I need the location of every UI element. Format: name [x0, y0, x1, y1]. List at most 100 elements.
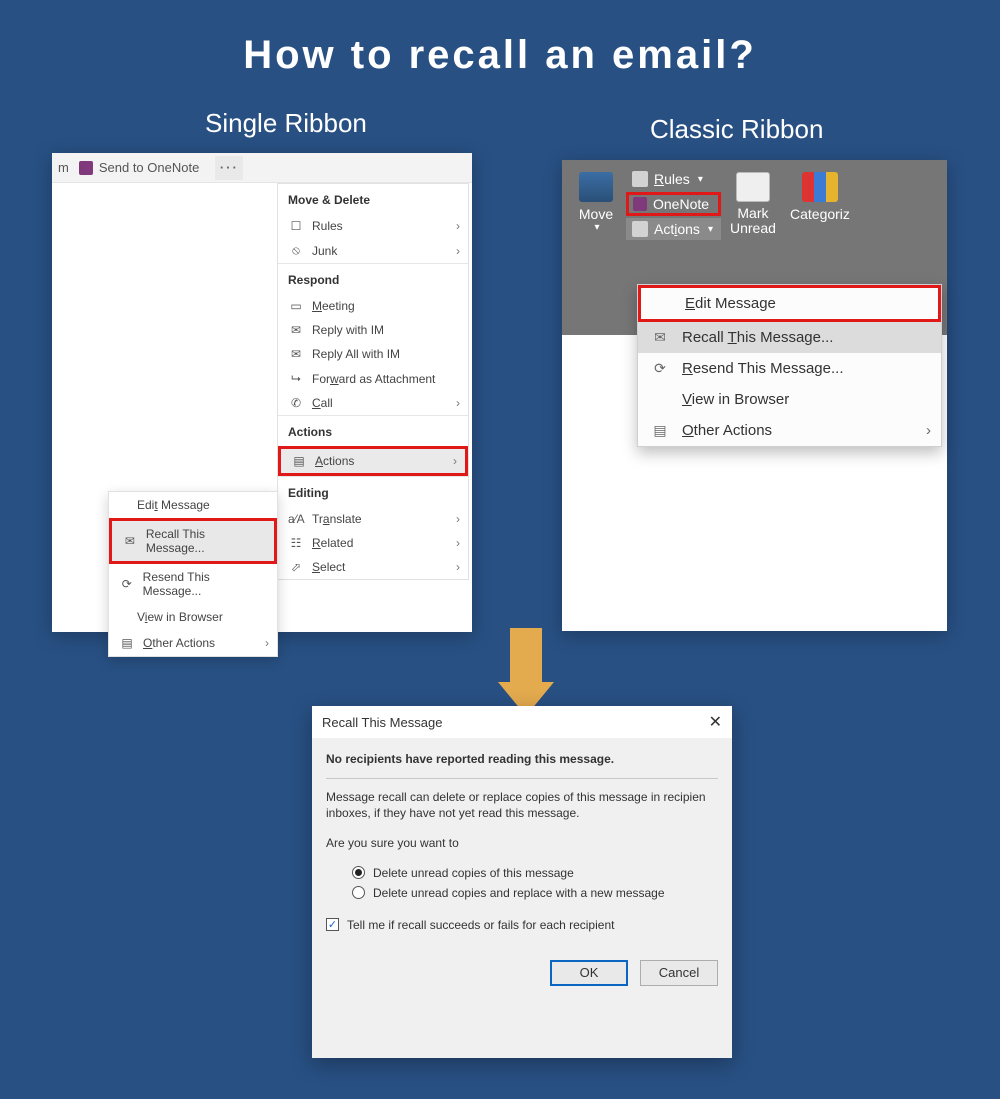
menu-forward-attachment[interactable]: ⮡ Forward as Attachment — [278, 366, 468, 391]
classic-menu-other-actions[interactable]: ▤ Other Actions › — [638, 415, 941, 446]
single-ribbon-panel: m Send to OneNote ··· Move & Delete ☐ Ru… — [52, 153, 472, 632]
dialog-prompt: Are you sure you want to — [326, 835, 718, 851]
dropdown-caret-icon: ▾ — [708, 224, 713, 235]
menu-meeting-label: Meeting — [312, 299, 355, 313]
classic-menu-resend-label: Resend This Message... — [682, 360, 843, 377]
classic-menu-edit-message[interactable]: Edit Message — [638, 285, 941, 322]
submenu-view-browser[interactable]: View in Browser — [109, 604, 277, 630]
dialog-titlebar: Recall This Message ✕ — [312, 706, 732, 738]
checkbox-tell-me[interactable]: ✓ Tell me if recall succeeds or fails fo… — [326, 918, 718, 932]
dialog-explanation: Message recall can delete or replace cop… — [326, 789, 718, 821]
page-title: How to recall an email? — [0, 33, 1000, 78]
ok-button-label: OK — [580, 965, 599, 980]
chevron-right-icon: › — [456, 512, 460, 526]
menu-meeting[interactable]: ▭ Meeting — [278, 294, 468, 318]
menu-call-label: Call — [312, 396, 333, 410]
related-icon: ☷ — [288, 536, 304, 550]
submenu-resend-message[interactable]: ⟳ Resend This Message... — [109, 564, 277, 604]
chevron-right-icon: › — [453, 454, 457, 468]
rules-icon: ☐ — [288, 219, 304, 233]
overflow-dropdown: Move & Delete ☐ Rules › ⦸ Junk › Respond… — [277, 183, 469, 580]
classic-menu-recall[interactable]: ✉ Recall This Message... — [638, 322, 941, 353]
classic-menu-other-actions-label: Other Actions — [682, 422, 772, 439]
other-actions-icon: ▤ — [119, 636, 135, 650]
classic-menu-recall-label: Recall This Message... — [682, 329, 833, 346]
select-icon: ⬀ — [288, 560, 304, 574]
meeting-icon: ▭ — [288, 299, 304, 313]
checkbox-icon: ✓ — [326, 918, 339, 931]
onenote-icon — [633, 197, 647, 211]
partial-text: m — [58, 160, 69, 175]
mark-unread-icon — [736, 172, 770, 202]
ok-button[interactable]: OK — [550, 960, 628, 986]
submenu-other-actions[interactable]: ▤ Other Actions › — [109, 630, 277, 656]
menu-actions[interactable]: ▤ Actions › — [278, 446, 468, 476]
checkbox-tell-me-label: Tell me if recall succeeds or fails for … — [347, 918, 614, 932]
menu-reply-im[interactable]: ✉ Reply with IM — [278, 318, 468, 342]
submenu-other-actions-label: Other Actions — [143, 636, 215, 650]
forward-attachment-icon: ⮡ — [288, 371, 304, 386]
single-topbar: m Send to OneNote ··· — [52, 153, 472, 183]
menu-junk-label: Junk — [312, 244, 337, 258]
reply-im-icon: ✉ — [288, 323, 304, 337]
radio-icon — [352, 866, 365, 879]
ribbon-move[interactable]: Move ▾ — [568, 170, 624, 335]
recall-dialog: Recall This Message ✕ No recipients have… — [312, 706, 732, 1058]
categorize-icon — [802, 172, 838, 202]
onenote-icon — [79, 161, 93, 175]
chevron-right-icon: › — [456, 244, 460, 258]
cancel-button[interactable]: Cancel — [640, 960, 718, 986]
reply-all-im-icon: ✉ — [288, 347, 304, 361]
classic-menu-view-browser[interactable]: View in Browser — [638, 384, 941, 415]
menu-translate-label: Translate — [312, 512, 362, 526]
actions-icon — [632, 221, 648, 237]
radio-replace-copies[interactable]: Delete unread copies and replace with a … — [352, 886, 718, 900]
recall-icon: ✉ — [650, 329, 670, 346]
menu-reply-all-im-label: Reply All with IM — [312, 347, 400, 361]
ribbon-onenote-label: OneNote — [653, 196, 709, 212]
submenu-edit-message-label: Edit Message — [119, 498, 210, 512]
radio-delete-copies[interactable]: Delete unread copies of this message — [352, 866, 718, 880]
close-button[interactable]: ✕ — [709, 712, 722, 732]
submenu-edit-message[interactable]: Edit Message — [109, 492, 277, 518]
chevron-right-icon: › — [265, 636, 269, 650]
recall-icon: ✉ — [122, 534, 138, 548]
ribbon-rules-label: Rules — [654, 171, 690, 187]
menu-translate[interactable]: a⁄A Translate › — [278, 507, 468, 531]
call-icon: ✆ — [288, 396, 304, 410]
other-actions-icon: ▤ — [650, 422, 670, 439]
ribbon-actions[interactable]: Actions ▾ — [626, 218, 721, 240]
menu-rules-label: Rules — [312, 219, 343, 233]
overflow-button[interactable]: ··· — [215, 156, 243, 180]
group-respond-header: Respond — [278, 264, 468, 294]
submenu-recall-message[interactable]: ✉ Recall This Message... — [109, 518, 277, 564]
translate-icon: a⁄A — [288, 512, 304, 526]
menu-reply-im-label: Reply with IM — [312, 323, 384, 337]
menu-select-label: Select — [312, 560, 345, 574]
menu-forward-attachment-label: Forward as Attachment — [312, 372, 435, 386]
menu-rules[interactable]: ☐ Rules › — [278, 214, 468, 238]
group-move-delete-header: Move & Delete — [278, 184, 468, 214]
ribbon-move-label: Move — [579, 206, 613, 222]
chevron-right-icon: › — [456, 219, 460, 233]
classic-actions-menu: Edit Message ✉ Recall This Message... ⟳ … — [637, 284, 942, 447]
chevron-right-icon: › — [926, 422, 931, 439]
rules-icon — [632, 171, 648, 187]
cancel-button-label: Cancel — [659, 965, 699, 980]
send-to-onenote-button[interactable]: Send to OneNote — [79, 160, 199, 175]
actions-submenu: Edit Message ✉ Recall This Message... ⟳ … — [108, 491, 278, 657]
ribbon-onenote[interactable]: OneNote — [626, 192, 721, 216]
menu-call[interactable]: ✆ Call › — [278, 391, 468, 415]
menu-select[interactable]: ⬀ Select › — [278, 555, 468, 579]
classic-menu-resend[interactable]: ⟳ Resend This Message... — [638, 353, 941, 384]
menu-reply-all-im[interactable]: ✉ Reply All with IM — [278, 342, 468, 366]
ribbon-actions-label: Actions — [654, 221, 700, 237]
menu-related[interactable]: ☷ Related › — [278, 531, 468, 555]
classic-menu-edit-message-label: Edit Message — [685, 295, 776, 312]
submenu-recall-message-label: Recall This Message... — [146, 527, 266, 555]
submenu-view-browser-label: View in Browser — [119, 610, 223, 624]
send-to-onenote-label: Send to OneNote — [99, 160, 199, 175]
dropdown-caret-icon: ▾ — [698, 174, 703, 185]
ribbon-rules[interactable]: Rules ▾ — [626, 168, 721, 190]
menu-junk[interactable]: ⦸ Junk › — [278, 238, 468, 263]
